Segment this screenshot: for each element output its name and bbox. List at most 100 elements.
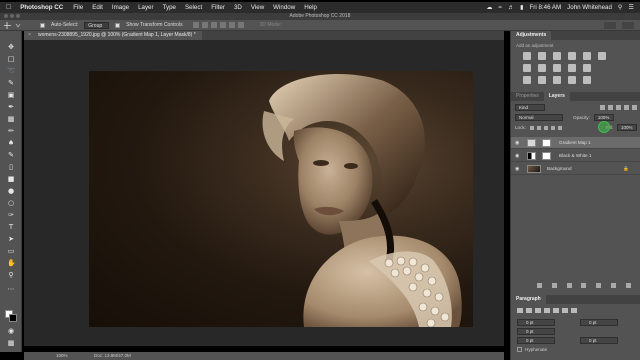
pen-tool-icon[interactable]: ✑ <box>7 211 15 219</box>
doc-size[interactable]: Doc: 13.8M/47.0M <box>94 352 131 360</box>
adjustment-filter-icon[interactable] <box>608 105 613 110</box>
layer-name[interactable]: Black & White 1 <box>559 150 591 162</box>
pixel-filter-icon[interactable] <box>600 105 605 110</box>
opacity-field[interactable]: 100% <box>593 114 614 121</box>
lock-position-icon[interactable] <box>543 125 548 130</box>
indent-left-field[interactable]: 0 pt <box>517 319 555 326</box>
move-tool-icon[interactable]: ✥ <box>7 43 15 51</box>
history-brush-tool-icon[interactable]: ✎ <box>7 151 15 159</box>
layer-name[interactable]: Background <box>547 163 572 175</box>
fill-field[interactable]: 100% <box>617 124 637 131</box>
menu-filter[interactable]: Filter <box>211 4 225 11</box>
hand-tool-icon[interactable]: ✋ <box>7 259 16 267</box>
vibrance-icon[interactable] <box>583 52 591 60</box>
document-image[interactable] <box>89 71 473 327</box>
more-tools-icon[interactable]: ⋯ <box>7 285 15 293</box>
healing-tool-icon[interactable]: ▩ <box>7 115 15 123</box>
align-center-icon[interactable] <box>526 308 532 313</box>
new-layer-icon[interactable] <box>611 283 617 288</box>
brush-tool-icon[interactable]: ✏ <box>7 127 15 135</box>
align-right-icon[interactable] <box>237 22 244 28</box>
mask-icon[interactable] <box>566 283 572 288</box>
shape-filter-icon[interactable] <box>624 105 629 110</box>
lock-artboard-icon[interactable] <box>550 125 555 130</box>
layer-row[interactable]: ◉ Background 🔒 <box>511 163 640 175</box>
zoom-level[interactable]: 100% <box>56 352 68 360</box>
visibility-eye-icon[interactable]: ◉ <box>515 163 519 175</box>
tab-paragraph[interactable]: Paragraph <box>511 295 546 304</box>
visibility-eye-icon[interactable]: ◉ <box>515 150 519 162</box>
layer-mask-thumbnail[interactable] <box>542 139 551 147</box>
menu-file[interactable]: File <box>73 4 83 11</box>
menu-edit[interactable]: Edit <box>92 4 103 11</box>
space-after-field[interactable]: 0 pt <box>580 337 618 344</box>
color-lookup-icon[interactable] <box>583 64 591 72</box>
align-middle-icon[interactable] <box>201 22 208 28</box>
channel-mixer-icon[interactable] <box>568 64 576 72</box>
threshold-icon[interactable] <box>553 76 561 84</box>
clock[interactable]: Fri 8:46 AM <box>530 4 562 11</box>
levels-icon[interactable] <box>538 52 546 60</box>
canvas-area[interactable] <box>24 40 504 346</box>
folder-icon[interactable] <box>596 283 602 288</box>
hue-icon[interactable] <box>598 52 606 60</box>
dodge-tool-icon[interactable]: ○ <box>7 199 15 207</box>
lasso-tool-icon[interactable]: ➰ <box>7 67 16 75</box>
menu-layer[interactable]: Layer <box>138 4 153 11</box>
marquee-tool-icon[interactable]: □ <box>7 55 15 63</box>
posterize-icon[interactable] <box>538 76 546 84</box>
layer-name[interactable]: Gradient Map 1 <box>559 137 591 149</box>
blur-tool-icon[interactable]: ● <box>7 187 15 195</box>
kind-filter[interactable]: Kind <box>515 104 545 111</box>
creative-cloud-icon[interactable]: ☁ <box>486 4 492 11</box>
zoom-tool-icon[interactable]: ⚲ <box>7 271 15 279</box>
color-balance-icon[interactable] <box>523 64 531 72</box>
tab-layers[interactable]: Layers <box>543 92 570 101</box>
menu-list-icon[interactable]: ☰ <box>628 4 634 11</box>
align-right-icon[interactable] <box>535 308 541 313</box>
align-left-icon[interactable] <box>517 308 523 313</box>
black-white-icon[interactable] <box>538 64 546 72</box>
type-tool-icon[interactable]: T <box>7 223 15 231</box>
auto-select-dropdown[interactable]: Group <box>84 21 110 29</box>
layer-row[interactable]: ◉ Black & White 1 <box>511 150 640 162</box>
space-before-field[interactable]: 0 pt <box>517 337 555 344</box>
clone-stamp-tool-icon[interactable]: ♠ <box>7 139 15 147</box>
fx-icon[interactable] <box>551 283 557 288</box>
background-color-swatch[interactable] <box>9 314 17 322</box>
justify-center-icon[interactable] <box>553 308 559 313</box>
app-menu[interactable]: Photoshop CC <box>20 4 63 11</box>
hyphenate-checkbox[interactable] <box>517 347 522 352</box>
volume-icon[interactable]: ♬ <box>508 4 514 11</box>
path-select-tool-icon[interactable]: ➤ <box>7 235 15 243</box>
menu-window[interactable]: Window <box>273 4 295 11</box>
link-icon[interactable] <box>537 283 542 288</box>
workspace-button[interactable] <box>622 22 634 29</box>
lock-image-icon[interactable] <box>536 125 541 130</box>
menu-3d[interactable]: 3D <box>234 4 242 11</box>
align-top-icon[interactable] <box>192 22 199 28</box>
gradient-tool-icon[interactable]: ■ <box>7 175 15 183</box>
document-tab[interactable]: × womens-2308895_1920.jpg @ 100% (Gradie… <box>24 31 202 40</box>
show-transform-checkbox[interactable] <box>115 22 121 28</box>
menu-type[interactable]: Type <box>163 4 176 11</box>
quick-select-tool-icon[interactable]: ✎ <box>7 79 15 87</box>
menu-view[interactable]: View <box>251 4 264 11</box>
trash-icon[interactable] <box>625 283 631 288</box>
eyedropper-tool-icon[interactable]: ✒ <box>7 103 15 111</box>
selective-color-icon[interactable] <box>568 76 576 84</box>
auto-select-checkbox[interactable] <box>40 22 45 28</box>
eraser-tool-icon[interactable]: ▯ <box>7 163 15 171</box>
indent-right-field[interactable]: 0 pt <box>580 319 618 326</box>
minimize-icon[interactable] <box>10 14 14 18</box>
tab-properties[interactable]: Properties <box>511 92 544 101</box>
tab-adjustments[interactable]: Adjustments <box>511 31 552 40</box>
first-line-indent-field[interactable]: 0 pt <box>517 328 555 335</box>
lock-all-icon[interactable] <box>557 125 562 130</box>
close-icon[interactable] <box>4 14 8 18</box>
screen-mode-icon[interactable]: ▩ <box>7 339 15 347</box>
blend-mode-dropdown[interactable]: Normal <box>515 114 563 121</box>
curves-icon[interactable] <box>553 52 561 60</box>
gradient-map-icon[interactable] <box>583 76 591 84</box>
move-tool-icon[interactable] <box>4 22 34 29</box>
